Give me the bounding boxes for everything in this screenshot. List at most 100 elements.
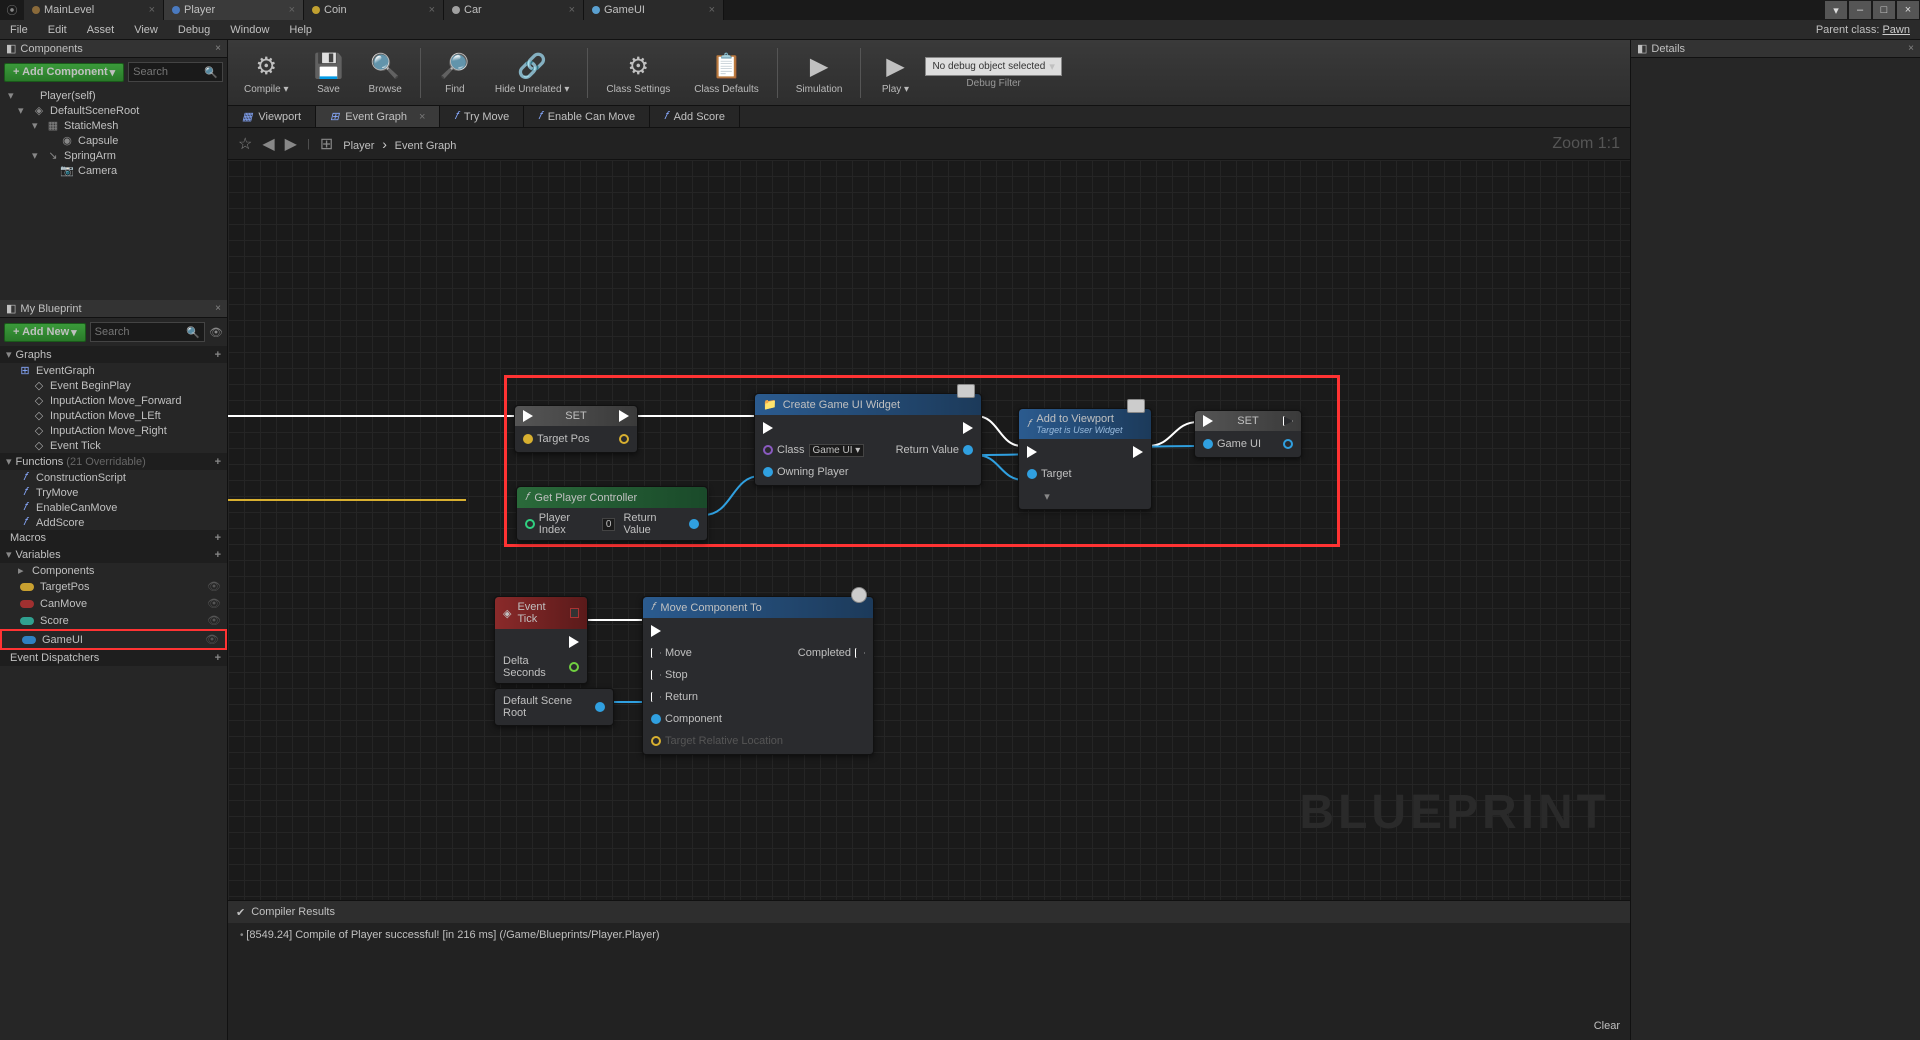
subtab[interactable]: 𝑓Enable Can Move	[524, 106, 650, 127]
data-pin-icon[interactable]	[651, 714, 661, 724]
function-item[interactable]: 𝑓TryMove	[0, 485, 227, 500]
data-pin-icon[interactable]	[595, 702, 605, 712]
exec-pin-icon[interactable]	[651, 670, 661, 680]
variable-category[interactable]: ▸Components	[0, 563, 227, 578]
document-tab[interactable]: GameUI×	[584, 0, 724, 20]
graph-item[interactable]: ◇Event Tick	[0, 438, 227, 453]
toolbar-browse[interactable]: 🔍Browse	[358, 43, 411, 103]
close-icon[interactable]: ×	[1908, 43, 1914, 54]
data-pin-icon[interactable]	[1283, 439, 1293, 449]
menu-item[interactable]: Edit	[38, 24, 77, 36]
graph-node[interactable]: SETGame UI	[1194, 410, 1302, 458]
toolbar-class-settings[interactable]: ⚙Class Settings	[596, 43, 680, 103]
plus-icon[interactable]: +	[215, 349, 221, 361]
exec-pin-icon[interactable]	[569, 636, 579, 648]
subtab[interactable]: 𝑓Add Score	[650, 106, 740, 127]
visibility-icon[interactable]: 👁	[207, 597, 221, 610]
data-pin-icon[interactable]	[1027, 469, 1037, 479]
exec-pin-icon[interactable]	[1133, 446, 1143, 458]
exec-pin-icon[interactable]	[1283, 416, 1293, 426]
graph-node[interactable]: Default Scene Root	[494, 688, 614, 726]
graph-item[interactable]: ◇InputAction Move_Right	[0, 423, 227, 438]
exec-pin-icon[interactable]	[1027, 446, 1037, 458]
delegate-pin-icon[interactable]	[570, 608, 579, 618]
favorite-icon[interactable]: ☆	[238, 134, 252, 154]
exec-pin-icon[interactable]	[963, 422, 973, 434]
graph-node[interactable]: 📁Create Game UI WidgetClass Game UI ▾Ret…	[754, 393, 982, 486]
data-pin-icon[interactable]	[689, 519, 699, 529]
data-pin-icon[interactable]	[569, 662, 579, 672]
toolbar-play[interactable]: ▶Play ▾	[869, 43, 921, 103]
tree-row[interactable]: ◉Capsule	[0, 133, 227, 148]
function-item[interactable]: 𝑓AddScore	[0, 515, 227, 530]
graph-item[interactable]: ◇Event BeginPlay	[0, 378, 227, 393]
plus-icon[interactable]: +	[215, 456, 221, 468]
toolbar-class-defaults[interactable]: 📋Class Defaults	[684, 43, 768, 103]
details-panel-header[interactable]: ◧ Details ×	[1631, 40, 1920, 58]
functions-section[interactable]: ▾Functions (21 Overridable)+	[0, 453, 227, 470]
close-icon[interactable]: ×	[215, 303, 221, 314]
exec-pin-icon[interactable]	[523, 410, 533, 422]
data-pin-icon[interactable]	[651, 736, 661, 746]
graph-icon[interactable]: ⊞	[320, 134, 333, 154]
myblueprint-panel-header[interactable]: ◧ My Blueprint ×	[0, 300, 227, 318]
exec-pin-icon[interactable]	[1203, 415, 1213, 427]
nav-back-icon[interactable]: ◀	[262, 134, 274, 154]
tree-row[interactable]: 📷Camera	[0, 163, 227, 178]
dispatchers-section[interactable]: Event Dispatchers+	[0, 650, 227, 666]
data-pin-icon[interactable]	[763, 445, 773, 455]
exec-pin-icon[interactable]	[855, 648, 865, 658]
tree-row[interactable]: ▾▦StaticMesh	[0, 118, 227, 133]
variable-item[interactable]: CanMove👁	[0, 595, 227, 612]
minimize-button[interactable]: –	[1849, 1, 1871, 19]
graph-node[interactable]: 𝑓Add to ViewportTarget is User WidgetTar…	[1018, 408, 1152, 510]
menu-item[interactable]: Debug	[168, 24, 220, 36]
subtab[interactable]: 𝑓Try Move	[440, 106, 524, 127]
tree-row[interactable]: ▾↘SpringArm	[0, 148, 227, 163]
graph-item[interactable]: ◇InputAction Move_LEft	[0, 408, 227, 423]
exec-pin-icon[interactable]	[651, 625, 661, 637]
graph-node[interactable]: ◈Event Tick Delta Seconds	[494, 596, 588, 684]
menu-item[interactable]: Asset	[77, 24, 125, 36]
close-icon[interactable]: ×	[149, 4, 155, 16]
components-panel-header[interactable]: ◧ Components ×	[0, 40, 227, 58]
toolbar-compile[interactable]: ⚙Compile ▾	[234, 43, 298, 103]
eye-icon[interactable]: 👁	[209, 326, 223, 339]
menu-item[interactable]: View	[124, 24, 168, 36]
data-pin-icon[interactable]	[1203, 439, 1213, 449]
plus-icon[interactable]: +	[215, 532, 221, 544]
data-pin-icon[interactable]	[963, 445, 973, 455]
node-graph-canvas[interactable]: BLUEPRINT SETTarget Pos📁Create Game UI W…	[228, 160, 1630, 900]
variable-item[interactable]: TargetPos👁	[0, 578, 227, 595]
subtab[interactable]: ▦Viewport	[228, 106, 316, 127]
close-icon[interactable]: ×	[289, 4, 295, 16]
add-component-button[interactable]: + Add Component▾	[4, 63, 124, 82]
graphs-section[interactable]: ▾Graphs+	[0, 346, 227, 363]
document-tab[interactable]: Car×	[444, 0, 584, 20]
data-pin-icon[interactable]	[523, 434, 533, 444]
data-pin-icon[interactable]	[619, 434, 629, 444]
tree-row[interactable]: ▾Player(self)	[0, 88, 227, 103]
close-icon[interactable]: ×	[215, 43, 221, 54]
debug-filter[interactable]: No debug object selected ▾Debug Filter	[925, 57, 1061, 89]
plus-icon[interactable]: +	[215, 549, 221, 561]
graph-node[interactable]: 𝑓Get Player ControllerPlayer Index 0Retu…	[516, 486, 708, 541]
graph-node[interactable]: SETTarget Pos	[514, 405, 638, 453]
variable-item[interactable]: Score👁	[0, 612, 227, 629]
menu-item[interactable]: Help	[279, 24, 322, 36]
close-icon[interactable]: ×	[709, 4, 715, 16]
maximize-button[interactable]: □	[1873, 1, 1895, 19]
document-tab[interactable]: Player×	[164, 0, 304, 20]
clear-button[interactable]: Clear	[1594, 1020, 1620, 1040]
menu-item[interactable]: Window	[220, 24, 279, 36]
subtab[interactable]: ⊞Event Graph×	[316, 106, 440, 127]
toolbar-hide-unrelated[interactable]: 🔗Hide Unrelated ▾	[485, 43, 580, 103]
visibility-icon[interactable]: 👁	[207, 580, 221, 593]
toolbar-save[interactable]: 💾Save	[302, 43, 354, 103]
close-icon[interactable]: ×	[569, 4, 575, 16]
function-item[interactable]: 𝑓ConstructionScript	[0, 470, 227, 485]
exec-pin-icon[interactable]	[619, 410, 629, 422]
document-tab[interactable]: MainLevel×	[24, 0, 164, 20]
data-pin-icon[interactable]	[525, 519, 535, 529]
toolbar-simulation[interactable]: ▶Simulation	[786, 43, 853, 103]
